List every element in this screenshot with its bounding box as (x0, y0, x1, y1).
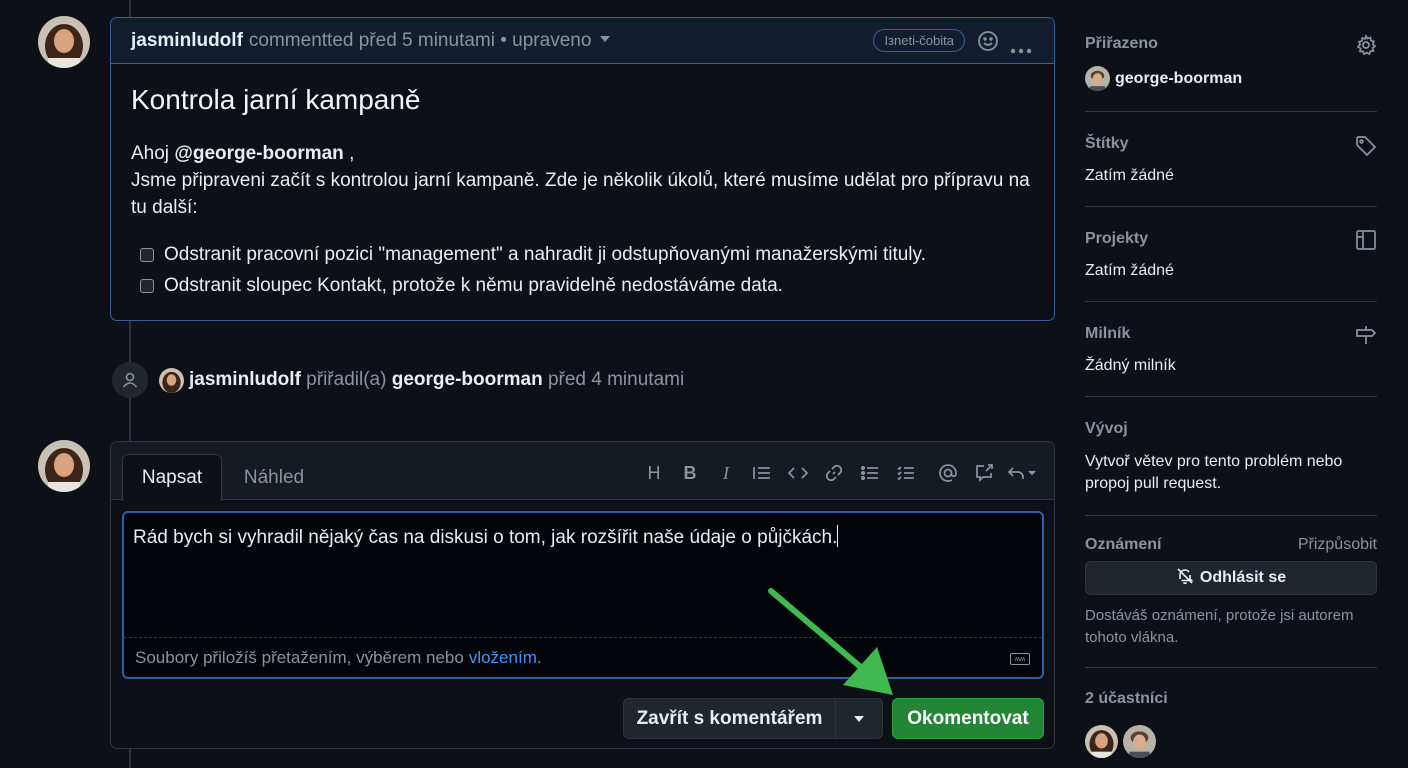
tag-icon[interactable] (1355, 135, 1377, 162)
attach-text: Soubory přiložíš přetažením, výběrem neb… (135, 647, 464, 667)
markdown-toolbar: H B I (636, 460, 1042, 486)
assignees-section: Přiřazeno george-boorman (1085, 25, 1377, 112)
quote-icon[interactable] (744, 460, 780, 486)
milestone-section: Milník Žádný milník (1085, 302, 1377, 397)
comment-greeting: Ahoj @george-boorman , (131, 140, 1034, 167)
comment-header: jasminludolf commentted před 5 minutami … (111, 18, 1054, 64)
smiley-icon[interactable] (977, 30, 999, 58)
paste-link[interactable]: vložením (469, 648, 537, 668)
editor-header: Napsat Náhled H B I (111, 442, 1054, 501)
event-actor[interactable]: jasminludolf (189, 369, 301, 390)
issue-comment: jasminludolf commentted před 5 minutami … (110, 17, 1055, 321)
close-with-comment-label[interactable]: Zavřít s komentářem (624, 699, 836, 738)
milestone-value: Žádný milník (1085, 357, 1176, 374)
development-section: Vývoj Vytvoř větev pro tento problém neb… (1085, 397, 1377, 516)
attach-dot: . (536, 647, 542, 667)
task-label: Odstranit sloupec Kontakt, protože k něm… (164, 274, 783, 296)
task-checkbox[interactable] (140, 278, 154, 293)
comment-title: Kontrola jarní kampaně (131, 84, 421, 115)
milestone-title[interactable]: Milník (1085, 325, 1130, 343)
undo-dropdown-icon[interactable] (1002, 460, 1042, 486)
italic-icon[interactable]: I (708, 460, 744, 486)
event-target[interactable]: george-boorman (392, 369, 543, 390)
issue-sidebar: Přiřazeno george-boorman Štítky Zatím žá… (1085, 25, 1377, 768)
project-board-icon[interactable] (1355, 229, 1377, 256)
comment-paragraph: Jsme připraveni začít s kontrolou jarní … (131, 170, 1030, 218)
participants-title: 2 účastníci (1085, 690, 1168, 707)
development-title[interactable]: Vývoj (1085, 420, 1128, 438)
milestone-icon[interactable] (1355, 324, 1377, 351)
participants-section: 2 účastníci (1085, 668, 1377, 768)
task-checkbox[interactable] (140, 247, 154, 262)
labels-title[interactable]: Štítky (1085, 135, 1129, 153)
assignee-avatar (1085, 66, 1110, 91)
notification-reason: Dostáváš oznámení, protože jsi autorem t… (1085, 607, 1354, 646)
event-avatar[interactable] (159, 368, 184, 393)
tab-write[interactable]: Napsat (122, 454, 222, 501)
comment-editor: Napsat Náhled H B I Rád bych si vyhradil… (110, 441, 1055, 749)
chevron-down-icon (854, 715, 864, 722)
heading-icon[interactable]: H (636, 460, 672, 486)
greeting-suffix: , (343, 143, 355, 164)
markdown-icon[interactable]: ʍʍ (1010, 653, 1030, 665)
assignment-event: jasminludolf přiřadil(a) george-boorman … (189, 369, 684, 391)
tab-preview[interactable]: Náhled (239, 454, 309, 501)
projects-section: Projekty Zatím žádné (1085, 207, 1377, 302)
user-mention[interactable]: @george-boorman (174, 143, 343, 164)
author-avatar[interactable] (38, 16, 90, 68)
unsubscribe-label: Odhlásit se (1199, 569, 1287, 586)
greeting-text: Ahoj (131, 143, 170, 164)
link-icon[interactable] (816, 460, 852, 486)
event-action: přiřadil(a) (300, 369, 392, 390)
assignee-name[interactable]: george-boorman (1115, 70, 1242, 88)
notifications-title: Oznámení (1085, 536, 1162, 553)
assignees-title[interactable]: Přiřazeno (1085, 35, 1158, 53)
comment-meta: commentted před 5 minutami • upraveno (248, 29, 592, 51)
assignee-item[interactable]: george-boorman (1085, 66, 1242, 91)
comment-submit-button[interactable]: Okomentovat (892, 698, 1044, 739)
notifications-section: Oznámení Přizpůsobit Odhlásit se Dostává… (1085, 516, 1377, 668)
comment-author[interactable]: jasminludolf (131, 30, 243, 52)
code-icon[interactable] (780, 460, 816, 486)
projects-title[interactable]: Projekty (1085, 230, 1148, 248)
close-with-comment-button[interactable]: Zavřít s komentářem (623, 698, 883, 739)
author-badge: Iзneti-čobita (873, 29, 965, 52)
customize-link[interactable]: Přizpůsobit (1298, 536, 1377, 554)
participant-avatar[interactable] (1085, 725, 1118, 758)
close-options-dropdown[interactable] (836, 699, 882, 738)
comment-textarea[interactable]: Rád bych si vyhradil nějaký čas na disku… (122, 511, 1044, 679)
comment-body: Kontrola jarní kampaně Ahoj @george-boor… (111, 64, 1054, 321)
labels-section: Štítky Zatím žádné (1085, 112, 1377, 207)
task-item: Odstranit pracovní pozici "management" a… (140, 239, 1034, 270)
annotation-arrow (768, 588, 893, 695)
bulleted-list-icon[interactable] (852, 460, 888, 486)
chevron-down-icon[interactable] (600, 35, 611, 42)
mention-icon[interactable] (930, 460, 966, 486)
person-icon (112, 362, 148, 398)
participant-avatar[interactable] (1123, 725, 1156, 758)
reference-icon[interactable] (966, 460, 1002, 486)
unsubscribe-button[interactable]: Odhlásit se (1085, 561, 1377, 595)
task-list-icon[interactable] (888, 460, 924, 486)
bell-slash-icon (1176, 567, 1194, 590)
projects-value: Zatím žádné (1085, 262, 1174, 279)
bold-icon[interactable]: B (672, 460, 708, 486)
event-time: před 4 minutami (542, 369, 685, 390)
labels-value: Zatím žádné (1085, 167, 1174, 184)
task-label: Odstranit pracovní pozici "management" a… (164, 243, 926, 265)
kebab-menu-icon[interactable] (1010, 38, 1032, 60)
development-value[interactable]: Vytvoř větev pro tento problém nebo prop… (1085, 451, 1365, 495)
task-item: Odstranit sloupec Kontakt, protože k něm… (140, 270, 1034, 301)
comment-input-value[interactable]: Rád bych si vyhradil nějaký čas na disku… (133, 525, 838, 549)
gear-icon[interactable] (1355, 33, 1377, 61)
task-list: Odstranit pracovní pozici "management" a… (140, 239, 1034, 301)
current-user-avatar[interactable] (38, 440, 90, 492)
